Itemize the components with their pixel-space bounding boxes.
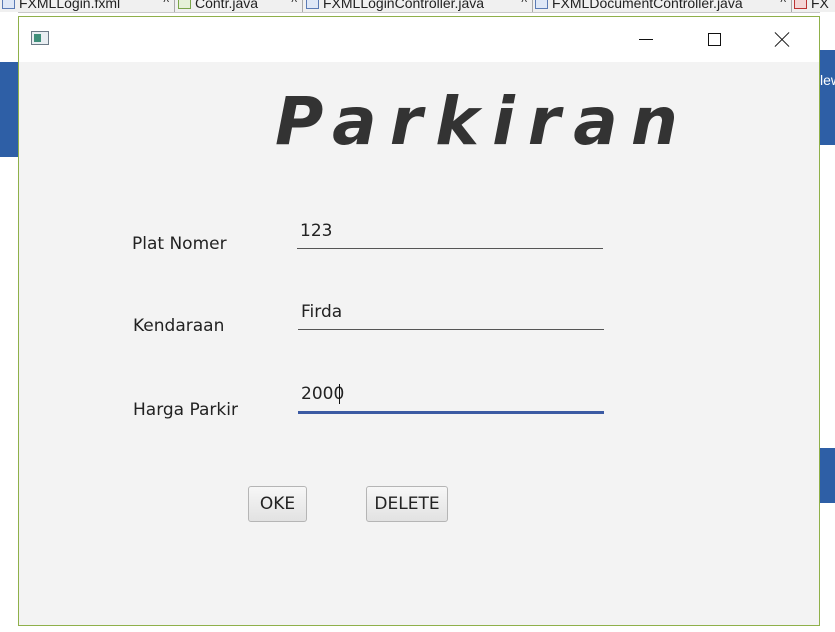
ide-blue-panel <box>820 50 835 145</box>
delete-button[interactable]: DELETE <box>366 486 448 522</box>
close-button[interactable] <box>748 17 816 62</box>
minimize-icon <box>639 39 653 40</box>
kendaraan-label: Kendaraan <box>133 316 225 336</box>
close-icon <box>774 32 790 48</box>
ide-tab-label: Contr.java <box>195 0 259 11</box>
parkiran-window: Parkiran Plat Nomer Kendaraan Harga Park… <box>18 16 820 626</box>
ide-tab-label: FXMLLoginController.java <box>323 0 485 11</box>
plat-nomer-input[interactable] <box>297 217 603 245</box>
java-file-icon <box>306 0 319 9</box>
ide-tab-fxmllogincontroller[interactable]: FXMLLoginController.java ^ <box>304 0 533 12</box>
ide-tab-label: FX <box>811 0 829 11</box>
project-file-icon <box>794 0 807 9</box>
ide-tab-fxmldocumentcontroller[interactable]: FXMLDocumentController.java ^ <box>533 0 792 12</box>
java-file-icon <box>535 0 548 9</box>
ide-blue-panel <box>820 448 835 503</box>
tab-close-icon[interactable]: ^ <box>521 0 527 9</box>
kendaraan-input[interactable] <box>298 298 604 326</box>
title-bar[interactable] <box>19 17 819 62</box>
ide-tab-fxmllogin[interactable]: FXMLLogin.fxml ^ <box>0 0 175 12</box>
maximize-icon <box>707 33 721 46</box>
ide-tab-contr[interactable]: Contr.java ^ <box>176 0 303 12</box>
tab-close-icon[interactable]: ^ <box>780 0 786 9</box>
ide-tab-label: FXMLDocumentController.java <box>552 0 743 11</box>
oke-button[interactable]: OKE <box>248 486 307 522</box>
ide-right-text: lew <box>820 72 835 88</box>
java-file-icon <box>178 0 191 9</box>
ide-editor-tabs: FXMLLogin.fxml ^ Contr.java ^ FXMLLoginCon… <box>0 0 835 13</box>
text-caret <box>339 384 340 404</box>
minimize-button[interactable] <box>612 17 680 62</box>
fxml-file-icon <box>2 0 15 9</box>
ide-tab-label: FXMLLogin.fxml <box>19 0 121 11</box>
harga-parkir-label: Harga Parkir <box>133 400 238 420</box>
maximize-button[interactable] <box>680 17 748 62</box>
ide-left-background <box>0 12 18 632</box>
ide-tab-fx[interactable]: FX <box>792 0 835 12</box>
app-window-icon <box>31 31 49 45</box>
plat-nomer-underline <box>297 248 603 249</box>
tab-close-icon[interactable]: ^ <box>291 0 297 9</box>
tab-close-icon[interactable]: ^ <box>163 0 169 9</box>
page-title: Parkiran <box>275 83 691 160</box>
plat-nomer-label: Plat Nomer <box>132 234 227 254</box>
harga-parkir-input[interactable] <box>298 380 604 408</box>
kendaraan-underline <box>298 329 604 330</box>
harga-parkir-underline <box>298 411 604 414</box>
